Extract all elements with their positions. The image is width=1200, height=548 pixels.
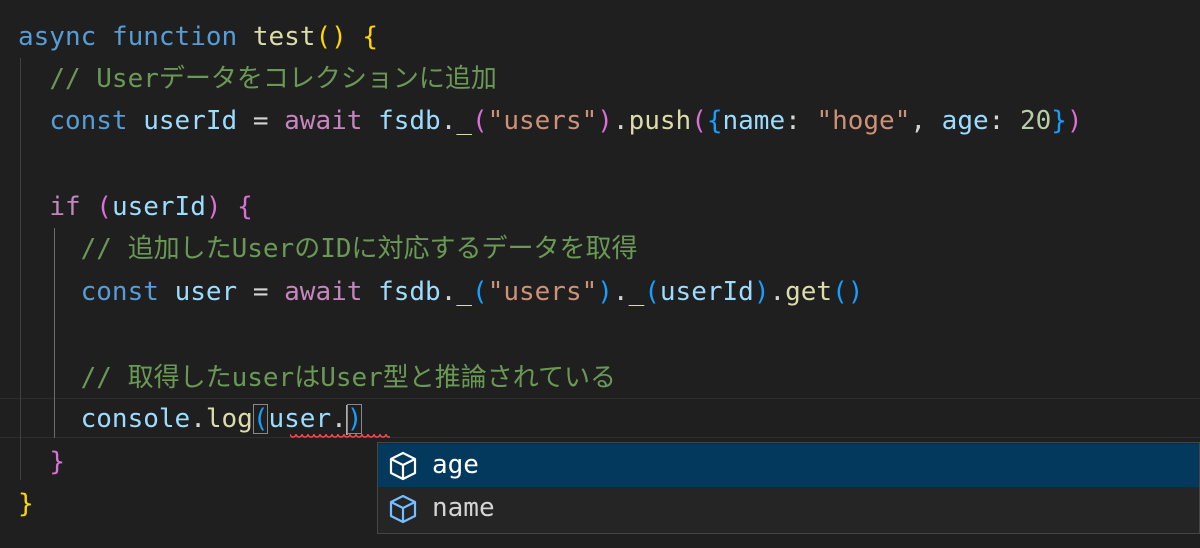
variable-userId: userId [143, 106, 238, 136]
string: "hoge" [816, 106, 911, 136]
code-line-2[interactable]: // Userデータをコレクションに追加 [18, 58, 497, 100]
object-fsdb: fsdb [378, 106, 441, 136]
paren: ( [96, 192, 112, 222]
dot: . [440, 106, 457, 136]
paren: ( [832, 277, 848, 307]
key-name: name [722, 106, 786, 136]
key-age: age [941, 106, 989, 136]
paren: ) [331, 22, 347, 52]
paren: ) [597, 106, 613, 136]
object-console: console [80, 404, 191, 434]
brace-open: { [237, 192, 253, 222]
string: "users" [487, 277, 598, 307]
autocomplete-suggest-widget[interactable]: age name [377, 442, 1200, 534]
keyword-async: async [18, 22, 97, 52]
method-push: push [628, 106, 692, 136]
comment: // 追加したUserのIDに対応するデータを取得 [80, 234, 638, 264]
code-line-7[interactable]: const user = await fsdb._("users")._(use… [18, 271, 864, 313]
keyword-const: const [80, 277, 159, 307]
colon: : [785, 106, 801, 136]
dot: . [612, 277, 629, 307]
paren: ) [205, 192, 222, 222]
paren: ( [315, 22, 332, 52]
operator: = [252, 277, 269, 307]
paren: ) [597, 277, 613, 307]
paren-match: ) [346, 404, 363, 434]
operator: = [252, 106, 269, 136]
keyword-await: await [284, 106, 363, 136]
keyword-if: if [49, 192, 81, 222]
code-line-12[interactable]: } [18, 483, 34, 525]
paren: ( [644, 277, 660, 307]
variable-userId: userId [111, 192, 206, 222]
brace: } [1051, 106, 1067, 136]
string: "users" [487, 106, 598, 136]
variable-user: user [174, 277, 238, 307]
code-line-1[interactable]: async function test() { [18, 16, 378, 58]
brace-close: } [18, 489, 34, 519]
code-line-11[interactable]: } [18, 441, 65, 483]
error-squiggle [290, 434, 390, 440]
method-log: log [205, 404, 253, 434]
number: 20 [1019, 106, 1052, 136]
colon: : [988, 106, 1005, 136]
keyword-function: function [111, 22, 238, 52]
paren: ) [1066, 106, 1083, 136]
code-line-9[interactable]: // 取得したuserはUser型と推論されている [18, 357, 616, 399]
paren: ) [847, 277, 864, 307]
brace-close: } [49, 447, 65, 477]
code-editor[interactable]: async function test() { // Userデータをコレクショ… [0, 0, 1200, 548]
code-line-5[interactable]: if (userId) { [18, 186, 253, 228]
paren: ( [472, 277, 488, 307]
paren: ( [472, 106, 488, 136]
argument-userId: userId [659, 277, 754, 307]
property-icon [389, 451, 417, 480]
dot: . [612, 106, 629, 136]
brace-open: { [362, 22, 379, 52]
code-line-8[interactable] [18, 314, 34, 356]
comma: , [910, 106, 927, 136]
suggestion-label: age [432, 450, 479, 480]
comment: // 取得したuserはUser型と推論されている [80, 363, 617, 393]
method: _ [456, 277, 473, 307]
keyword-await: await [284, 277, 363, 307]
paren: ( [691, 106, 707, 136]
keyword-const: const [49, 106, 128, 136]
brace: { [706, 106, 723, 136]
code-line-6[interactable]: // 追加したUserのIDに対応するデータを取得 [18, 228, 638, 270]
paren-match: ( [252, 404, 269, 434]
object-fsdb: fsdb [378, 277, 441, 307]
property-icon [389, 494, 417, 523]
code-line-4[interactable] [18, 142, 34, 184]
suggestion-item-age[interactable]: age [378, 444, 1199, 487]
suggestion-label: name [432, 493, 495, 523]
function-name: test [252, 22, 316, 52]
method-get: get [785, 277, 833, 307]
code-line-3[interactable]: const userId = await fsdb._("users").pus… [18, 100, 1083, 142]
comment: // Userデータをコレクションに追加 [49, 64, 497, 94]
dot: . [769, 277, 786, 307]
dot: . [331, 404, 347, 434]
paren: ) [753, 277, 770, 307]
method: _ [628, 277, 645, 307]
argument-user: user [268, 404, 332, 434]
method: _ [456, 106, 473, 136]
dot: . [190, 404, 206, 434]
dot: . [440, 277, 457, 307]
suggestion-item-name[interactable]: name [378, 487, 1199, 530]
